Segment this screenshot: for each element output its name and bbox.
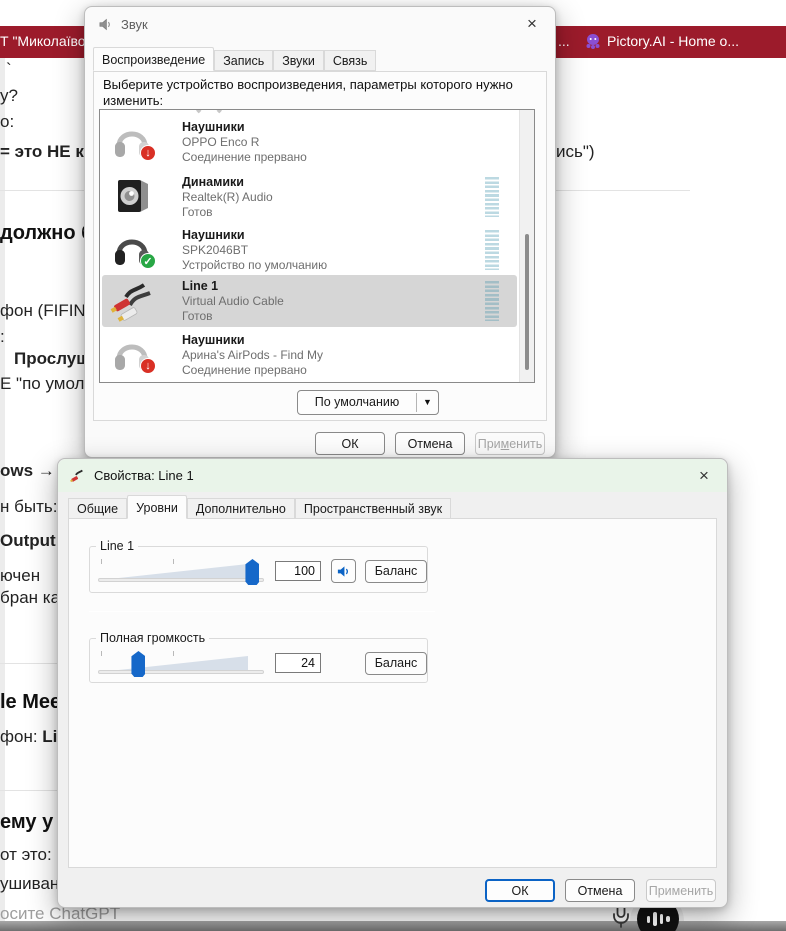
device-row-line1-selected[interactable]: Line 1 Virtual Audio Cable Готов: [102, 275, 517, 327]
device-name: Наушники: [182, 120, 245, 134]
divider: [0, 663, 57, 664]
bg-text-fragment: ись"): [556, 142, 595, 161]
bg-text-fragment: ows →: [0, 461, 55, 480]
device-status: Устройство по умолчанию: [182, 257, 328, 272]
bg-text-fragment: :: [0, 327, 5, 346]
line1-volume-slider[interactable]: [98, 557, 264, 585]
chevron-down-icon[interactable]: ▼: [417, 391, 438, 414]
headphones-icon: ↓: [110, 332, 156, 376]
device-desc: Арина's AirPods - Find My: [182, 348, 323, 362]
apply-button[interactable]: Применить: [646, 879, 716, 902]
cancel-button[interactable]: Отмена: [565, 879, 635, 902]
dialog-title: Свойства: Line 1: [94, 468, 194, 483]
slider-thumb[interactable]: [245, 559, 260, 585]
instruction-text: Выберите устройство воспроизведения, пар…: [103, 77, 513, 108]
browser-tab-pictory-title[interactable]: Pictory.AI - Home o...: [607, 33, 739, 49]
device-desc: Virtual Audio Cable: [182, 294, 284, 308]
window-left-edge: [0, 58, 5, 921]
tab-sounds[interactable]: Звуки: [273, 50, 324, 71]
balance-button[interactable]: Баланс: [365, 559, 427, 583]
tab-levels[interactable]: Уровни: [127, 495, 187, 519]
bg-text-fragment: фон (FIFINE: [0, 301, 98, 320]
properties-dialog-tabs: Общие Уровни Дополнительно Пространствен…: [68, 495, 452, 519]
tab-advanced[interactable]: Дополнительно: [186, 498, 295, 519]
desktop-screen: Т "Миколаївобл ... Pictory.AI - Home o..…: [0, 0, 786, 931]
line1-properties-dialog: Свойства: Line 1 × Общие Уровни Дополнит…: [57, 458, 728, 908]
headphones-icon: ✓: [110, 227, 156, 271]
headphones-icon: ↓: [110, 119, 156, 163]
sound-dialog: Звук × Воспроизведение Запись Звуки Связ…: [84, 6, 556, 458]
device-name: Динамики: [182, 175, 244, 189]
list-scrollbar[interactable]: [519, 110, 534, 382]
device-name: Наушники: [182, 228, 245, 242]
tab-general[interactable]: Общие: [68, 498, 128, 519]
sound-dialog-titlebar: Звук: [85, 7, 555, 41]
device-desc: SPK2046BT: [182, 243, 249, 257]
device-desc: Realtek(R) Audio: [182, 190, 273, 204]
dialog-title: Звук: [121, 16, 148, 32]
device-status: Готов: [182, 204, 213, 219]
level-meter: [485, 177, 499, 217]
speaker-icon: [337, 565, 348, 577]
disconnected-badge: ↓: [140, 145, 156, 161]
divider: [0, 790, 57, 791]
group-label: Line 1: [100, 539, 135, 553]
speaker-icon: [99, 18, 110, 30]
close-icon[interactable]: ×: [689, 463, 719, 489]
separator: [89, 611, 435, 612]
device-row-speakers[interactable]: Динамики Realtek(R) Audio Готов: [102, 171, 517, 223]
tab-spatial-sound[interactable]: Пространственный звук: [294, 498, 452, 519]
bg-text-fragment: н быть:: [0, 497, 58, 516]
slider-thumb[interactable]: [131, 651, 146, 677]
level-meter: [485, 230, 499, 270]
bg-text-fragment: `: [6, 60, 12, 79]
ok-button[interactable]: ОК: [485, 879, 555, 902]
scrolled-device-icon-fragment: [196, 110, 222, 116]
bg-text-fragment: у?: [0, 86, 18, 105]
rca-cable-icon: [70, 469, 83, 482]
device-status: Соединение прервано: [182, 362, 307, 377]
mute-toggle-button[interactable]: [331, 559, 356, 583]
bg-text-fragment: Output /: [0, 531, 66, 550]
ok-button[interactable]: ОК: [315, 432, 385, 455]
device-desc: OPPO Enco R: [182, 135, 260, 149]
properties-dialog-titlebar: Свойства: Line 1: [58, 459, 727, 492]
rca-cable-icon: [110, 278, 154, 322]
master-volume-slider[interactable]: [98, 649, 264, 677]
balance-button[interactable]: Баланс: [365, 651, 427, 675]
bg-heading-fragment: должно б: [0, 222, 94, 244]
default-device-badge: ✓: [140, 253, 156, 269]
set-default-button[interactable]: По умолчанию: [298, 391, 416, 414]
close-icon[interactable]: ×: [517, 11, 547, 37]
sound-dialog-tabs: Воспроизведение Запись Звуки Связь: [93, 47, 377, 71]
device-name: Наушники: [182, 333, 245, 347]
scrollbar-thumb[interactable]: [525, 234, 529, 370]
tab-communications[interactable]: Связь: [323, 50, 377, 71]
bg-text-fragment: о:: [0, 112, 15, 131]
tab-recording[interactable]: Запись: [214, 50, 274, 71]
volume-value-field[interactable]: 100: [275, 561, 321, 581]
device-row-oppo[interactable]: ↓ Наушники OPPO Enco R Соединение прерва…: [102, 116, 517, 168]
group-label: Полная громкость: [100, 631, 206, 645]
set-default-split-button[interactable]: По умолчанию ▼: [297, 390, 439, 415]
tab-playback[interactable]: Воспроизведение: [93, 47, 215, 71]
volume-value-field[interactable]: 24: [275, 653, 321, 673]
device-row-airpods[interactable]: ↓ Наушники Арина's AirPods - Find My Сое…: [102, 329, 517, 381]
device-status: Готов: [182, 308, 213, 323]
line1-volume-group: Line 1 100 Баланс: [89, 539, 428, 593]
pictory-octopus-icon: [586, 34, 600, 49]
playback-device-list[interactable]: ↓ Наушники OPPO Enco R Соединение прерва…: [99, 109, 535, 383]
device-row-spk2046bt[interactable]: ✓ Наушники SPK2046BT Устройство по умолч…: [102, 224, 517, 276]
bg-text-fragment: ючен: [0, 566, 41, 585]
device-name: Line 1: [182, 279, 219, 293]
apply-button[interactable]: Применить: [475, 432, 545, 455]
browser-tab-ellipsis: ...: [558, 33, 570, 49]
master-volume-group: Полная громкость 24 Баланс: [89, 631, 428, 683]
disconnected-badge: ↓: [140, 358, 156, 374]
device-status: Соединение прервано: [182, 149, 307, 164]
level-meter: [485, 281, 499, 321]
speaker-box-icon: [110, 174, 154, 218]
bg-text-fragment: от это:: [0, 845, 52, 864]
cancel-button[interactable]: Отмена: [395, 432, 465, 455]
